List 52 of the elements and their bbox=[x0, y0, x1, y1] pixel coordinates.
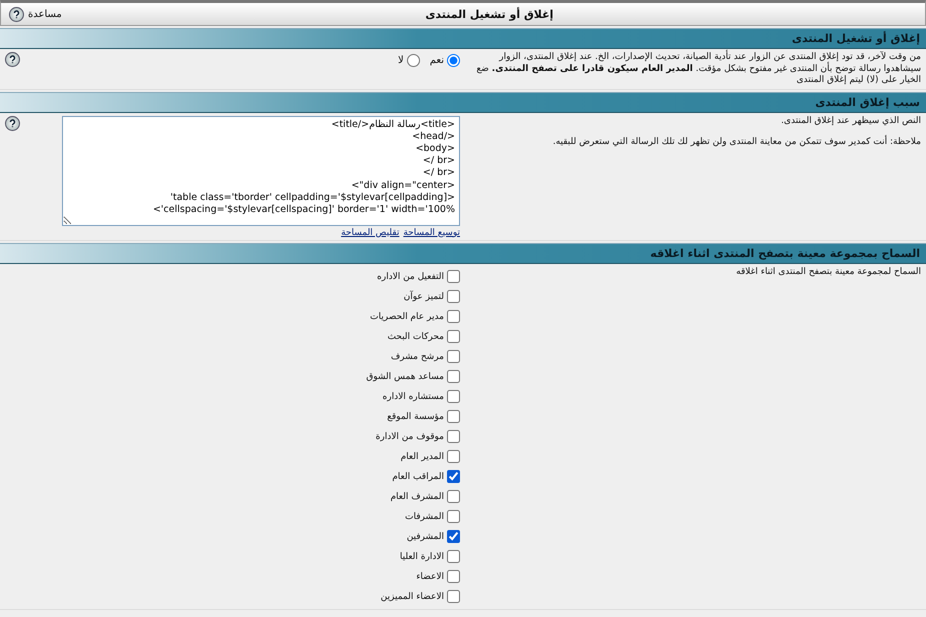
group-label: مؤسسة الموقع bbox=[387, 412, 444, 422]
group-checkbox[interactable] bbox=[447, 570, 460, 583]
group-label: محركات البحث bbox=[387, 332, 444, 342]
setting-description: النص الذي سيظهر عند إغلاق المنتدى. bbox=[780, 116, 921, 127]
group-label: مرشح مشرف bbox=[390, 352, 444, 362]
group-checkbox[interactable] bbox=[447, 370, 460, 383]
group-checkbox[interactable] bbox=[447, 450, 460, 463]
group-checkbox[interactable] bbox=[447, 590, 460, 603]
group-checkbox[interactable] bbox=[447, 510, 460, 523]
help-icon[interactable] bbox=[5, 52, 20, 67]
group-label: مدير عام الحصريات bbox=[370, 312, 444, 322]
group-label: المشرف العام bbox=[390, 492, 444, 502]
window-title: إغلاق أو تشغيل المنتدى bbox=[424, 8, 554, 20]
group-label: المشرفين bbox=[406, 532, 444, 542]
group-checkbox[interactable] bbox=[447, 410, 460, 423]
radio-button[interactable] bbox=[406, 54, 420, 67]
help-link[interactable]: مساعدة bbox=[28, 8, 62, 20]
help-icon[interactable] bbox=[5, 116, 20, 130]
group-label: موقوف من الادارة bbox=[376, 432, 444, 442]
group-checkbox[interactable] bbox=[447, 470, 460, 483]
group-checkbox[interactable] bbox=[447, 330, 460, 343]
group-label: مستشاره الاداره bbox=[382, 392, 444, 402]
group-label: مساعد همس الشوق bbox=[366, 372, 444, 382]
group-label: المشرفات bbox=[405, 512, 444, 522]
group-label: التفعيل من الاداره bbox=[377, 272, 444, 282]
group-label: المراقب العام bbox=[392, 472, 444, 482]
help-icon[interactable] bbox=[9, 6, 24, 22]
group-checkbox[interactable] bbox=[447, 430, 460, 443]
group-checkbox[interactable] bbox=[447, 350, 460, 363]
group-checkbox[interactable] bbox=[447, 550, 460, 563]
resize-link[interactable]: توسيع المساحة bbox=[403, 228, 460, 238]
option-label: نعم bbox=[430, 55, 444, 66]
setting-description: من وقت لآخر، قد تود إغلاق المنتدى عن الزوار عند تأدية الصيانة، تحديث الإصدارات، الخ. عند إغلاق المنتدى، الزوار سيشاهدوا رسالة توضح بأن المنتدى غير مفتوح بشكل مؤقت. المدير العام سيكون قادرا على تصفح المنتدى. ضع الخيار على (لا) ليتم إغلاق المنتدى bbox=[466, 52, 921, 86]
resize-link[interactable]: تقليص المساحة bbox=[341, 228, 400, 238]
group-label: الادارة العليا bbox=[400, 552, 444, 562]
group-checkbox[interactable] bbox=[447, 310, 460, 323]
group-checkbox[interactable] bbox=[447, 490, 460, 503]
section-header: إغلاق أو تشغيل المنتدى bbox=[0, 28, 926, 49]
group-label: الاعضاء المميزين bbox=[380, 592, 444, 602]
group-label: الاعضاء bbox=[416, 572, 444, 582]
setting-description: السماح لمجموعة معينة بتصفح المنتدى اثناء اغلاقه bbox=[735, 266, 921, 278]
group-label: لتميز عوآن bbox=[404, 292, 444, 302]
setting-note: ملاحظة: أنت كمدير سوف تتمكن من معاينة المنتدى ولن تظهر لك تلك الرسالة التي ستعرض للبقيه. bbox=[552, 137, 921, 148]
group-checkbox[interactable] bbox=[447, 290, 460, 303]
group-checkbox[interactable] bbox=[447, 270, 460, 283]
radio-button[interactable] bbox=[447, 54, 460, 67]
group-checkbox[interactable] bbox=[447, 390, 460, 403]
section-header: سبب إغلاق المنتدى bbox=[0, 92, 926, 112]
group-checkbox[interactable] bbox=[447, 530, 460, 543]
option-label: لا bbox=[398, 55, 404, 66]
group-label: المدير العام bbox=[400, 452, 444, 462]
section-header: السماح بمجموعة معينة بتصفح المنتدى اثناء اغلاقه bbox=[0, 242, 926, 264]
